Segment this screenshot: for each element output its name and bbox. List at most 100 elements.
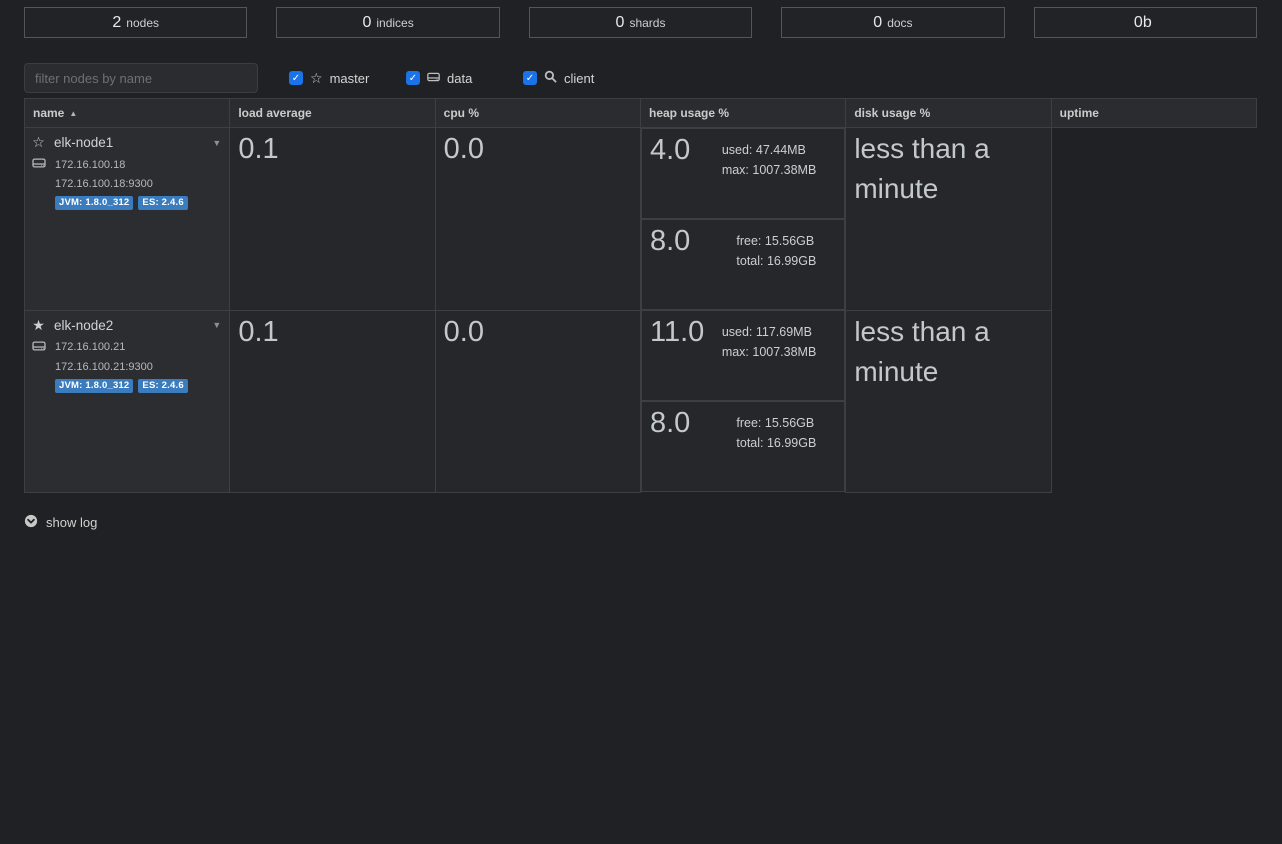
chevron-circle-down-icon <box>24 514 38 531</box>
jvm-version-badge: JVM: 1.8.0_312 <box>55 196 133 210</box>
node-transport-address: 172.16.100.18:9300 <box>55 178 153 190</box>
stat-docs-value: 0 <box>873 14 882 32</box>
sort-ascending-icon: ▲ <box>69 109 77 118</box>
column-header-cpu[interactable]: cpu % <box>435 99 640 128</box>
filter-client-label: client <box>564 71 594 86</box>
star-icon: ☆ <box>310 71 323 85</box>
heap-detail: used: 47.44MB max: 1007.38MB <box>722 132 817 215</box>
es-version-badge: ES: 2.4.6 <box>138 196 187 210</box>
node-transport-line: 172.16.100.21:9300 <box>31 361 221 373</box>
filter-data-toggle[interactable]: ✓ data <box>406 71 523 86</box>
cluster-stats-row: 2 nodes 0 indices 0 shards 0 docs 0b <box>24 7 1257 38</box>
heap-usage-cell: 4.0 used: 47.44MB max: 1007.38MB <box>641 128 845 219</box>
heap-pct-value: 11.0 <box>650 314 704 397</box>
disk-total: total: 16.99GB <box>736 251 816 271</box>
node-name-line: ★ elk-node2 ▼ <box>31 317 221 334</box>
cpu-value: 0.0 <box>444 133 484 165</box>
show-log-label: show log <box>46 515 97 530</box>
column-header-load-average[interactable]: load average <box>230 99 435 128</box>
stat-docs-unit: docs <box>887 16 912 30</box>
checkbox-checked-icon: ✓ <box>289 71 303 85</box>
load-average-cell: 0.1 <box>230 128 435 311</box>
stat-indices-unit: indices <box>376 16 413 30</box>
disk-detail: free: 15.56GB total: 16.99GB <box>736 223 816 306</box>
stat-docs: 0 docs <box>781 7 1004 38</box>
elected-master-star-icon: ★ <box>31 317 46 334</box>
master-eligible-star-icon: ☆ <box>31 134 46 151</box>
cpu-cell: 0.0 <box>435 128 640 311</box>
load-average-value: 0.1 <box>238 133 278 165</box>
hard-drive-icon <box>427 71 440 86</box>
disk-free: free: 15.56GB <box>736 413 816 433</box>
table-header-row: name▲ load average cpu % heap usage % di… <box>25 99 1257 128</box>
cpu-cell: 0.0 <box>435 310 640 492</box>
disk-pct-value: 8.0 <box>650 405 690 488</box>
column-header-heap-usage[interactable]: heap usage % <box>640 99 845 128</box>
node-ip-line: 172.16.100.18 <box>31 157 221 172</box>
node-ip: 172.16.100.21 <box>55 341 125 353</box>
uptime-value: less than a minute <box>854 129 1042 209</box>
node-name: elk-node2 <box>54 318 113 333</box>
node-version-badges: JVM: 1.8.0_312 ES: 2.4.6 <box>31 379 221 393</box>
disk-usage-cell: 8.0 free: 15.56GB total: 16.99GB <box>641 219 845 310</box>
stat-shards-value: 0 <box>616 14 625 32</box>
filter-nodes-input[interactable] <box>24 63 258 93</box>
heap-pct-value: 4.0 <box>650 132 690 215</box>
stat-indices: 0 indices <box>276 7 499 38</box>
load-average-cell: 0.1 <box>230 310 435 492</box>
search-icon <box>544 70 557 86</box>
load-average-value: 0.1 <box>238 316 278 348</box>
heap-detail: used: 117.69MB max: 1007.38MB <box>722 314 817 397</box>
checkbox-checked-icon: ✓ <box>523 71 537 85</box>
jvm-version-badge: JVM: 1.8.0_312 <box>55 379 133 393</box>
cerebro-nodes-page: 2 nodes 0 indices 0 shards 0 docs 0b ✓ ☆… <box>0 0 1282 533</box>
disk-usage-cell: 8.0 free: 15.56GB total: 16.99GB <box>641 401 845 492</box>
heap-usage-cell: 11.0 used: 117.69MB max: 1007.38MB <box>641 310 845 401</box>
uptime-cell: less than a minute <box>846 310 1051 492</box>
node-name-line: ☆ elk-node1 ▼ <box>31 134 221 151</box>
column-header-uptime[interactable]: uptime <box>1051 99 1256 128</box>
es-version-badge: ES: 2.4.6 <box>138 379 187 393</box>
node-transport-line: 172.16.100.18:9300 <box>31 178 221 190</box>
stat-size: 0b <box>1034 7 1257 38</box>
disk-free: free: 15.56GB <box>736 231 816 251</box>
disk-pct-value: 8.0 <box>650 223 690 306</box>
stat-nodes-unit: nodes <box>126 16 159 30</box>
node-row: ★ elk-node2 ▼ 172. <box>25 310 1257 492</box>
node-transport-address: 172.16.100.21:9300 <box>55 361 153 373</box>
stat-nodes-value: 2 <box>112 14 121 32</box>
node-menu-caret-icon[interactable]: ▼ <box>212 138 221 148</box>
filter-master-toggle[interactable]: ✓ ☆ master <box>289 71 406 86</box>
uptime-value: less than a minute <box>854 312 1042 392</box>
stat-nodes: 2 nodes <box>24 7 247 38</box>
heap-used: used: 47.44MB <box>722 140 817 160</box>
node-name-cell: ☆ elk-node1 ▼ 172. <box>25 128 230 311</box>
heap-used: used: 117.69MB <box>722 322 817 342</box>
disk-detail: free: 15.56GB total: 16.99GB <box>736 405 816 488</box>
node-row: ☆ elk-node1 ▼ 172. <box>25 128 1257 311</box>
stat-size-value: 0b <box>1134 14 1152 32</box>
node-menu-caret-icon[interactable]: ▼ <box>212 320 221 330</box>
disk-total: total: 16.99GB <box>736 433 816 453</box>
filter-client-toggle[interactable]: ✓ client <box>523 70 640 86</box>
checkbox-checked-icon: ✓ <box>406 71 420 85</box>
node-ip-line: 172.16.100.21 <box>31 340 221 355</box>
column-header-disk-usage[interactable]: disk usage % <box>846 99 1051 128</box>
node-name-cell: ★ elk-node2 ▼ 172. <box>25 310 230 492</box>
hard-drive-icon <box>32 340 46 355</box>
heap-max: max: 1007.38MB <box>722 160 817 180</box>
heap-max: max: 1007.38MB <box>722 342 817 362</box>
filter-row: ✓ ☆ master ✓ data ✓ <box>24 63 1257 93</box>
nodes-table: name▲ load average cpu % heap usage % di… <box>24 98 1257 493</box>
hard-drive-icon <box>32 157 46 172</box>
stat-indices-value: 0 <box>362 14 371 32</box>
filter-data-label: data <box>447 71 472 86</box>
cpu-value: 0.0 <box>444 316 484 348</box>
node-version-badges: JVM: 1.8.0_312 ES: 2.4.6 <box>31 196 221 210</box>
stat-shards: 0 shards <box>529 7 752 38</box>
node-name: elk-node1 <box>54 135 113 150</box>
uptime-cell: less than a minute <box>846 128 1051 311</box>
show-log-button[interactable]: show log <box>24 514 97 531</box>
column-header-name[interactable]: name▲ <box>25 99 230 128</box>
stat-shards-unit: shards <box>629 16 665 30</box>
